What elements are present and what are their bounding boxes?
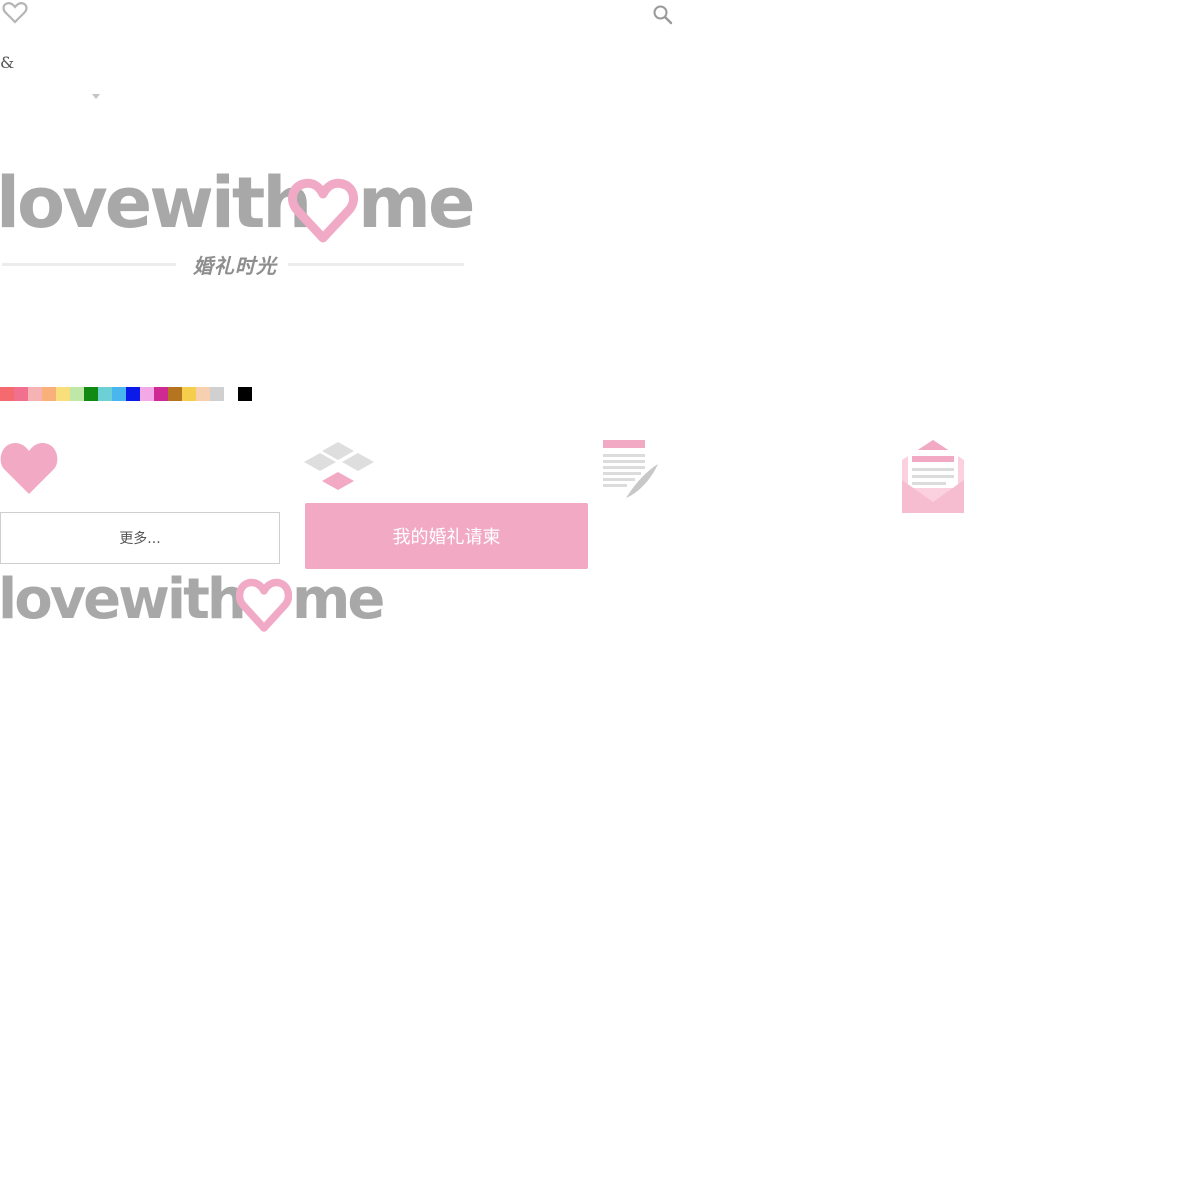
document-pen-icon[interactable]	[602, 440, 660, 500]
color-swatch[interactable]	[112, 387, 126, 401]
divider-line	[288, 263, 464, 266]
color-swatch[interactable]	[210, 387, 224, 401]
logo-word-me: me	[292, 567, 385, 632]
color-swatch[interactable]	[0, 387, 14, 401]
logo-word-lovewith: lovewith	[0, 162, 312, 244]
color-swatch[interactable]	[28, 387, 42, 401]
heart-icon[interactable]	[0, 440, 60, 496]
logo-heart-icon	[235, 578, 293, 634]
logo-word-lovewith: lovewith	[0, 567, 247, 632]
color-swatch[interactable]	[140, 387, 154, 401]
ampersand-text: &	[0, 53, 15, 72]
color-swatch[interactable]	[14, 387, 28, 401]
logo-tagline: 婚礼时光	[193, 254, 277, 278]
logo-tagline-row: 婚礼时光	[2, 252, 464, 278]
color-swatch[interactable]	[42, 387, 56, 401]
color-swatch[interactable]	[84, 387, 98, 401]
color-swatch[interactable]	[98, 387, 112, 401]
footer-logo[interactable]: lovewith me	[0, 568, 390, 643]
color-swatch[interactable]	[56, 387, 70, 401]
diamond-icon[interactable]	[302, 442, 376, 494]
color-swatch[interactable]	[126, 387, 140, 401]
divider-line	[2, 263, 176, 266]
color-swatch[interactable]	[70, 387, 84, 401]
swatch-spacer	[224, 387, 238, 401]
logo-heart-icon	[288, 178, 358, 246]
dropdown-caret-icon[interactable]	[92, 94, 100, 99]
color-swatch-row	[0, 387, 252, 401]
color-swatch[interactable]	[196, 387, 210, 401]
my-wedding-invitation-button[interactable]: 我的婚礼请柬	[305, 503, 588, 569]
color-swatch[interactable]	[154, 387, 168, 401]
color-swatch[interactable]	[182, 387, 196, 401]
color-swatch[interactable]	[238, 387, 252, 401]
logo-word-me: me	[358, 162, 475, 244]
envelope-icon[interactable]	[900, 440, 966, 514]
search-icon[interactable]	[652, 4, 674, 26]
color-swatch[interactable]	[168, 387, 182, 401]
favorite-heart-icon[interactable]	[2, 1, 28, 25]
more-button[interactable]: 更多...	[0, 512, 280, 564]
